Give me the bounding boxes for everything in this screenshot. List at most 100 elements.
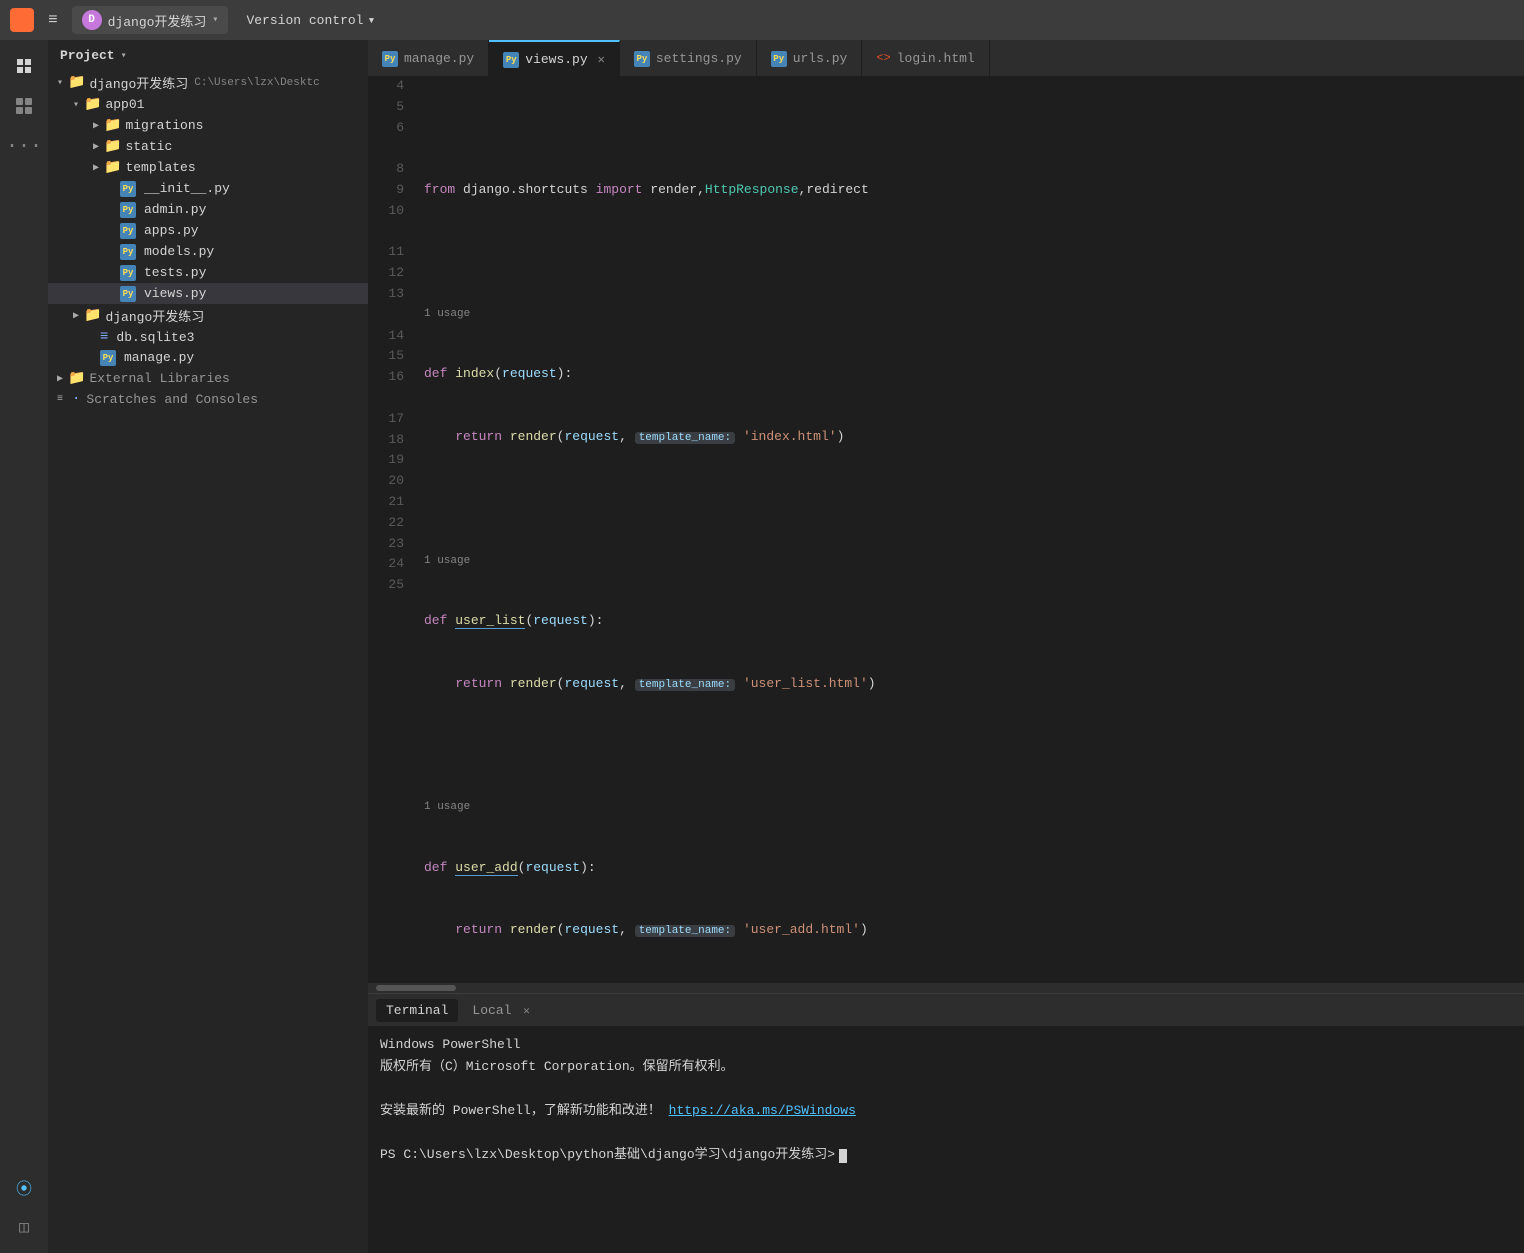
usage-hint-1: 1 usage: [424, 305, 1524, 323]
hamburger-menu[interactable]: ≡: [44, 7, 62, 33]
tree-label-templates: templates: [125, 160, 195, 175]
horizontal-scrollbar[interactable]: [368, 983, 1524, 993]
app-logo: [10, 8, 34, 32]
chevron-static: ▶: [88, 141, 104, 153]
tree-label-app01: app01: [105, 97, 144, 112]
tree-item-templates[interactable]: ▶ 📁 templates: [48, 157, 368, 178]
usage-hint-3: 1 usage: [424, 798, 1524, 816]
code-line-13: [424, 736, 1524, 757]
tree-item-tests[interactable]: ▶ Py tests.py: [48, 262, 368, 283]
terminal-upgrade-text: 安装最新的 PowerShell，了解新功能和改进！: [380, 1103, 661, 1118]
tree-item-db[interactable]: ▶ ≡ db.sqlite3: [48, 327, 368, 347]
tab-label-manage: manage.py: [404, 51, 474, 66]
tree-label-manage: manage.py: [124, 350, 194, 365]
sidebar: Project ▾ ▾ 📁 django开发练习 C:\Users\lzx\De…: [48, 40, 368, 1253]
tree-item-models[interactable]: ▶ Py models.py: [48, 241, 368, 262]
terminal-shell-name: Windows PowerShell: [380, 1034, 1512, 1056]
tab-icon-login: <>: [876, 51, 890, 65]
tree-item-app01[interactable]: ▾ 📁 app01: [48, 94, 368, 115]
tree-item-apps[interactable]: ▶ Py apps.py: [48, 220, 368, 241]
tree-item-django-project[interactable]: ▶ 📁 django开发练习: [48, 304, 368, 327]
tree-item-init[interactable]: ▶ Py __init__.py: [48, 178, 368, 199]
usage-hint-2: 1 usage: [424, 552, 1524, 570]
tab-urls-py[interactable]: Py urls.py: [757, 40, 863, 76]
titlebar: ≡ D django开发练习 ▾ Version control ▾: [0, 0, 1524, 40]
tree-label-apps: apps.py: [144, 223, 199, 238]
terminal-copyright: 版权所有（C）Microsoft Corporation。保留所有权利。: [380, 1056, 1512, 1078]
tab-views-py[interactable]: Py views.py ✕: [489, 40, 620, 76]
tree-label-admin: admin.py: [144, 202, 206, 217]
terminal-blank-line: [380, 1078, 1512, 1100]
tree-item-migrations[interactable]: ▶ 📁 migrations: [48, 115, 368, 136]
tree-item-static[interactable]: ▶ 📁 static: [48, 136, 368, 157]
terminal-prompt-text: PS C:\Users\lzx\Desktop\python基础\django学…: [380, 1144, 835, 1166]
tab-settings-py[interactable]: Py settings.py: [620, 40, 757, 76]
project-selector[interactable]: D django开发练习 ▾: [72, 6, 229, 34]
tree-item-views[interactable]: ▶ Py views.py: [48, 283, 368, 304]
more-tools-icon[interactable]: ···: [6, 128, 42, 164]
tab-label-views: views.py: [525, 52, 587, 67]
code-line-10: [424, 489, 1524, 510]
folder-icon-templates: 📁: [104, 159, 121, 176]
remote-icon[interactable]: ⦿: [6, 1169, 42, 1205]
folder-icon-static: 📁: [104, 138, 121, 155]
code-line-5: from django.shortcuts import render,Http…: [424, 180, 1524, 201]
file-tree: ▾ 📁 django开发练习 C:\Users\lzx\Desktc ▾ 📁 a…: [48, 71, 368, 1253]
terminal-upgrade-link[interactable]: https://aka.ms/PSWindows: [669, 1103, 856, 1118]
chevron-scratches: ≡: [52, 394, 68, 405]
tab-bar: Py manage.py Py views.py ✕ Py settings.p…: [368, 40, 1524, 76]
chevron-django-project: ▶: [68, 310, 84, 322]
tree-label-external: External Libraries: [89, 371, 229, 386]
tab-label-urls: urls.py: [793, 51, 848, 66]
folder-icon-migrations: 📁: [104, 117, 121, 134]
tree-label-django-project: django开发练习: [105, 306, 204, 325]
folder-icon-external: 📁: [68, 370, 85, 387]
code-editor[interactable]: 4 5 6 · 8 9 10 · 11 12 13 · 14 15 16 · 1…: [368, 76, 1524, 983]
terminal-tab-local[interactable]: Local ✕: [462, 999, 539, 1022]
chevron-templates: ▶: [88, 162, 104, 174]
line-numbers: 4 5 6 · 8 9 10 · 11 12 13 · 14 15 16 · 1…: [368, 76, 416, 983]
terminal-content[interactable]: Windows PowerShell 版权所有（C）Microsoft Corp…: [368, 1026, 1524, 1253]
tree-item-admin[interactable]: ▶ Py admin.py: [48, 199, 368, 220]
terminal-tab-label-local: Local: [472, 1003, 511, 1018]
terminal-area: Terminal Local ✕ Windows PowerShell 版权所有…: [368, 993, 1524, 1253]
tree-label-db: db.sqlite3: [116, 330, 194, 345]
python-icon-init: Py: [120, 180, 136, 197]
tab-login-html[interactable]: <> login.html: [862, 40, 989, 76]
terminal-tab-close-local[interactable]: ✕: [523, 1006, 530, 1018]
activity-bar: ··· ⦿ ◫: [0, 40, 48, 1253]
code-line-11: def user_list(request):: [424, 611, 1524, 632]
vcs-button[interactable]: Version control ▾: [238, 9, 383, 32]
python-icon-tests: Py: [120, 264, 136, 281]
tab-icon-views: Py: [503, 51, 519, 68]
tree-label-migrations: migrations: [125, 118, 203, 133]
python-icon-manage: Py: [100, 349, 116, 366]
code-line-15: return render(request, template_name: 'u…: [424, 920, 1524, 941]
tree-item-scratches[interactable]: ≡ · Scratches and Consoles: [48, 389, 368, 409]
tree-item-manage[interactable]: ▶ Py manage.py: [48, 347, 368, 368]
chevron-app01: ▾: [68, 99, 84, 111]
tree-label-tests: tests.py: [144, 265, 206, 280]
scrollbar-track: [376, 985, 676, 991]
tree-item-external[interactable]: ▶ 📁 External Libraries: [48, 368, 368, 389]
tab-manage-py[interactable]: Py manage.py: [368, 40, 489, 76]
project-view-icon[interactable]: [6, 48, 42, 84]
tab-close-views[interactable]: ✕: [598, 52, 605, 67]
python-icon-views: Py: [120, 285, 136, 302]
folder-icon-django-project: 📁: [84, 307, 101, 324]
tree-label-views: views.py: [144, 286, 206, 301]
layers-icon[interactable]: ◫: [6, 1209, 42, 1245]
code-line-4: [424, 118, 1524, 139]
tab-icon-settings: Py: [634, 50, 650, 67]
tree-label-models: models.py: [144, 244, 214, 259]
extensions-icon[interactable]: [6, 88, 42, 124]
terminal-upgrade-line: 安装最新的 PowerShell，了解新功能和改进！ https://aka.m…: [380, 1100, 1512, 1122]
terminal-blank-line-2: [380, 1122, 1512, 1144]
terminal-tab-terminal[interactable]: Terminal: [376, 999, 458, 1022]
sidebar-title: Project: [60, 48, 115, 63]
vcs-label: Version control: [246, 13, 363, 28]
folder-icon-app01: 📁: [84, 96, 101, 113]
project-chevron: ▾: [212, 14, 218, 26]
terminal-prompt: PS C:\Users\lzx\Desktop\python基础\django学…: [380, 1144, 1512, 1166]
tree-item-root[interactable]: ▾ 📁 django开发练习 C:\Users\lzx\Desktc: [48, 71, 368, 94]
